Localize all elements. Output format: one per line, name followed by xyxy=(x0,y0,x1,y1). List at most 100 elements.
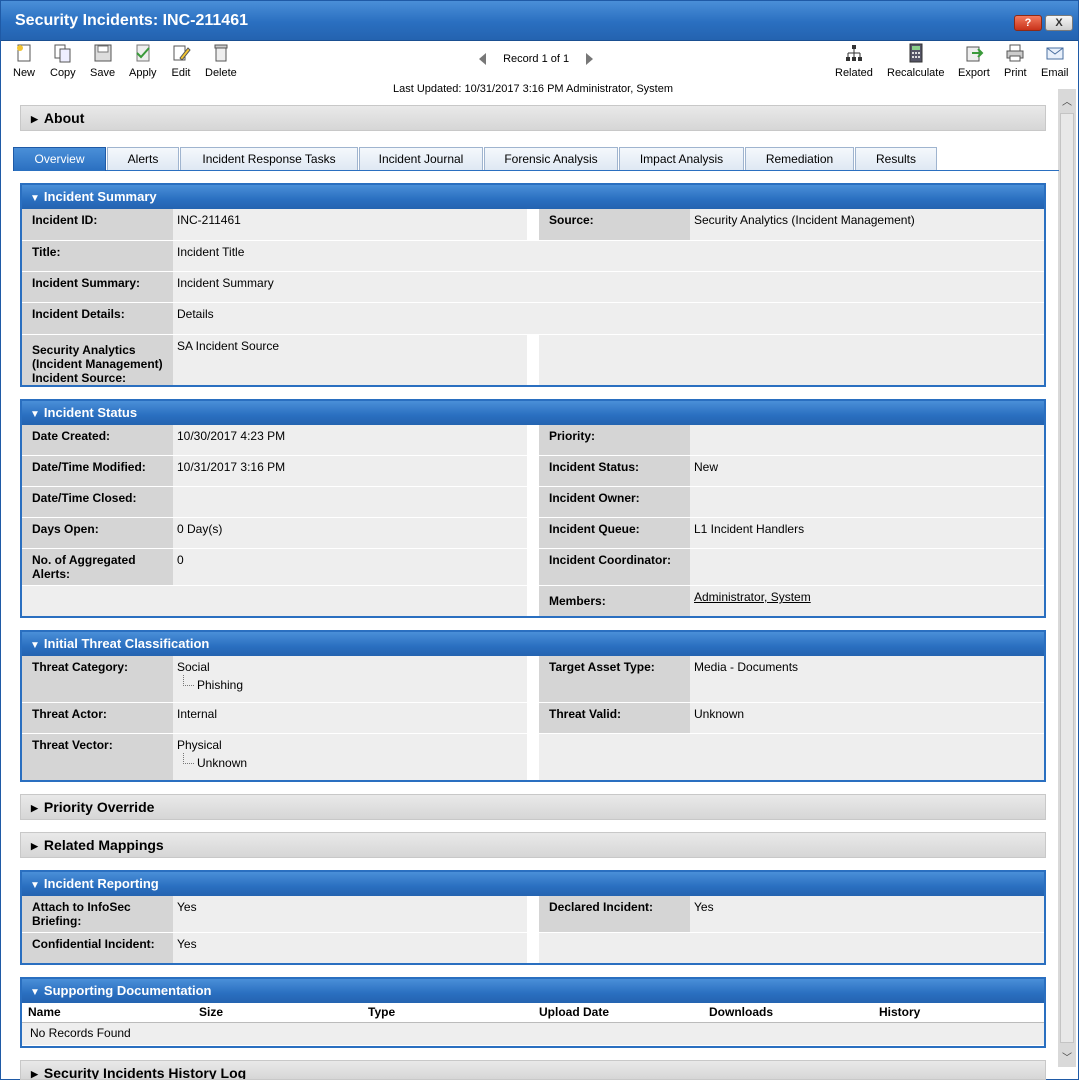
title-value: Incident Title xyxy=(173,241,1044,271)
coordinator-value xyxy=(690,549,1044,585)
toolbar: New Copy Save Apply Edit Delete Record 1… xyxy=(1,41,1078,79)
incident-reporting-header[interactable]: ▼ Incident Reporting xyxy=(22,872,1044,896)
days-open-value: 0 Day(s) xyxy=(173,518,527,548)
coordinator-label: Incident Coordinator: xyxy=(539,549,690,585)
apply-icon xyxy=(136,44,150,62)
threat-category-sub: Phishing xyxy=(183,675,523,692)
incident-details-label: Incident Details: xyxy=(22,303,173,334)
members-label: Members: xyxy=(539,586,690,616)
tab-forensic-analysis[interactable]: Forensic Analysis xyxy=(484,147,618,170)
modified-label: Date/Time Modified: xyxy=(22,456,173,486)
recalculate-button[interactable]: Recalculate xyxy=(887,43,944,79)
threat-actor-value: Internal xyxy=(173,703,527,733)
members-link[interactable]: Administrator, System xyxy=(694,590,811,604)
new-label: New xyxy=(13,67,36,79)
tab-incident-journal[interactable]: Incident Journal xyxy=(359,147,483,170)
days-open-label: Days Open: xyxy=(22,518,173,548)
tab-results[interactable]: Results xyxy=(855,147,937,170)
confidential-incident-value: Yes xyxy=(173,933,527,963)
column-size[interactable]: Size xyxy=(199,1003,223,1021)
documents-table-header: Name Size Type Upload Date Downloads His… xyxy=(22,1003,1044,1023)
export-button[interactable]: Export xyxy=(958,43,990,79)
edit-button[interactable]: Edit xyxy=(171,43,191,79)
last-updated: Last Updated: 10/31/2017 3:16 PM Adminis… xyxy=(392,83,674,95)
threat-actor-label: Threat Actor: xyxy=(22,703,173,733)
threat-vector-label: Threat Vector: xyxy=(22,734,173,780)
threat-classification-header[interactable]: ▼ Initial Threat Classification xyxy=(22,632,1044,656)
history-log-section[interactable]: ▶ Security Incidents History Log xyxy=(20,1060,1046,1080)
column-type[interactable]: Type xyxy=(368,1003,395,1021)
target-asset-label: Target Asset Type: xyxy=(539,656,690,702)
empty-cell xyxy=(539,335,1044,385)
incident-status-title: Incident Status xyxy=(43,405,138,420)
related-mappings-title: Related Mappings xyxy=(43,837,164,853)
help-button[interactable]: ? xyxy=(1014,15,1042,31)
priority-value xyxy=(690,425,1044,455)
calculator-icon xyxy=(909,43,923,63)
column-downloads[interactable]: Downloads xyxy=(709,1003,773,1021)
incident-details-value: Details xyxy=(173,303,1044,334)
delete-button[interactable]: Delete xyxy=(205,43,237,79)
closed-label: Date/Time Closed: xyxy=(22,487,173,517)
apply-button[interactable]: Apply xyxy=(129,43,157,79)
attach-briefing-label: Attach to InfoSec Briefing: xyxy=(22,896,173,932)
priority-override-section[interactable]: ▶ Priority Override xyxy=(20,794,1046,820)
related-mappings-section[interactable]: ▶ Related Mappings xyxy=(20,832,1046,858)
email-button[interactable]: Email xyxy=(1041,43,1069,79)
threat-vector-value: Physical Unknown xyxy=(173,734,527,780)
tab-alerts[interactable]: Alerts xyxy=(107,147,179,170)
empty-cell xyxy=(539,734,1044,780)
new-button[interactable]: New xyxy=(13,43,35,79)
delete-label: Delete xyxy=(205,67,237,79)
column-name[interactable]: Name xyxy=(28,1003,61,1021)
column-upload-date[interactable]: Upload Date xyxy=(539,1003,609,1021)
tab-remediation[interactable]: Remediation xyxy=(745,147,854,170)
close-button[interactable]: X xyxy=(1045,15,1073,31)
record-window: Security Incidents: INC-211461 ? X New C… xyxy=(0,0,1079,1080)
related-icon xyxy=(845,45,862,61)
supporting-documentation-title: Supporting Documentation xyxy=(43,983,212,998)
recalculate-label: Recalculate xyxy=(887,67,945,79)
tab-incident-response-tasks[interactable]: Incident Response Tasks xyxy=(180,147,358,170)
about-title: About xyxy=(43,110,85,126)
next-record-icon[interactable] xyxy=(586,53,594,66)
aggregated-alerts-label: No. of Aggregated Alerts: xyxy=(22,549,173,585)
incident-status-value: New xyxy=(690,456,1044,486)
supporting-documentation-header[interactable]: ▼ Supporting Documentation xyxy=(22,979,1044,1003)
priority-label: Priority: xyxy=(539,425,690,455)
threat-valid-value: Unknown xyxy=(690,703,1044,733)
tab-impact-analysis[interactable]: Impact Analysis xyxy=(619,147,744,170)
target-asset-value: Media - Documents xyxy=(690,656,1044,702)
source-value: Security Analytics (Incident Management) xyxy=(690,209,1044,240)
attach-briefing-value: Yes xyxy=(173,896,527,932)
owner-value xyxy=(690,487,1044,517)
save-icon xyxy=(94,44,112,62)
scroll-down-icon[interactable]: ﹀ xyxy=(1060,1049,1074,1064)
scroll-thumb[interactable] xyxy=(1060,113,1074,1043)
incident-summary-header[interactable]: ▼ Incident Summary xyxy=(22,185,1044,209)
previous-record-icon[interactable] xyxy=(479,53,486,66)
incident-summary-label: Incident Summary: xyxy=(22,272,173,302)
history-log-title: Security Incidents History Log xyxy=(43,1065,247,1080)
copy-button[interactable]: Copy xyxy=(50,43,76,79)
supporting-documentation-section: ▼ Supporting Documentation Name Size Type… xyxy=(20,977,1046,1048)
save-button[interactable]: Save xyxy=(90,43,115,79)
incident-summary-section: ▼ Incident Summary Incident ID: INC-21146… xyxy=(20,183,1046,387)
related-button[interactable]: Related xyxy=(835,43,873,79)
incident-status-header[interactable]: ▼ Incident Status xyxy=(22,401,1044,425)
edit-icon xyxy=(173,45,191,61)
incident-id-label: Incident ID: xyxy=(22,209,173,240)
new-icon xyxy=(17,44,31,62)
print-button[interactable]: Print xyxy=(1004,43,1027,79)
vertical-scrollbar[interactable]: ︿ ﹀ xyxy=(1058,89,1076,1067)
threat-category-value: Social Phishing xyxy=(173,656,527,702)
tab-overview[interactable]: Overview xyxy=(13,147,106,171)
scroll-up-icon[interactable]: ︿ xyxy=(1060,93,1074,108)
about-section[interactable]: ▶ About xyxy=(20,105,1046,131)
related-label: Related xyxy=(835,67,873,79)
email-label: Email xyxy=(1041,67,1069,79)
print-label: Print xyxy=(1004,67,1027,79)
record-count: Record 1 of 1 xyxy=(503,53,570,66)
delete-icon xyxy=(214,44,228,62)
column-history[interactable]: History xyxy=(879,1003,920,1021)
